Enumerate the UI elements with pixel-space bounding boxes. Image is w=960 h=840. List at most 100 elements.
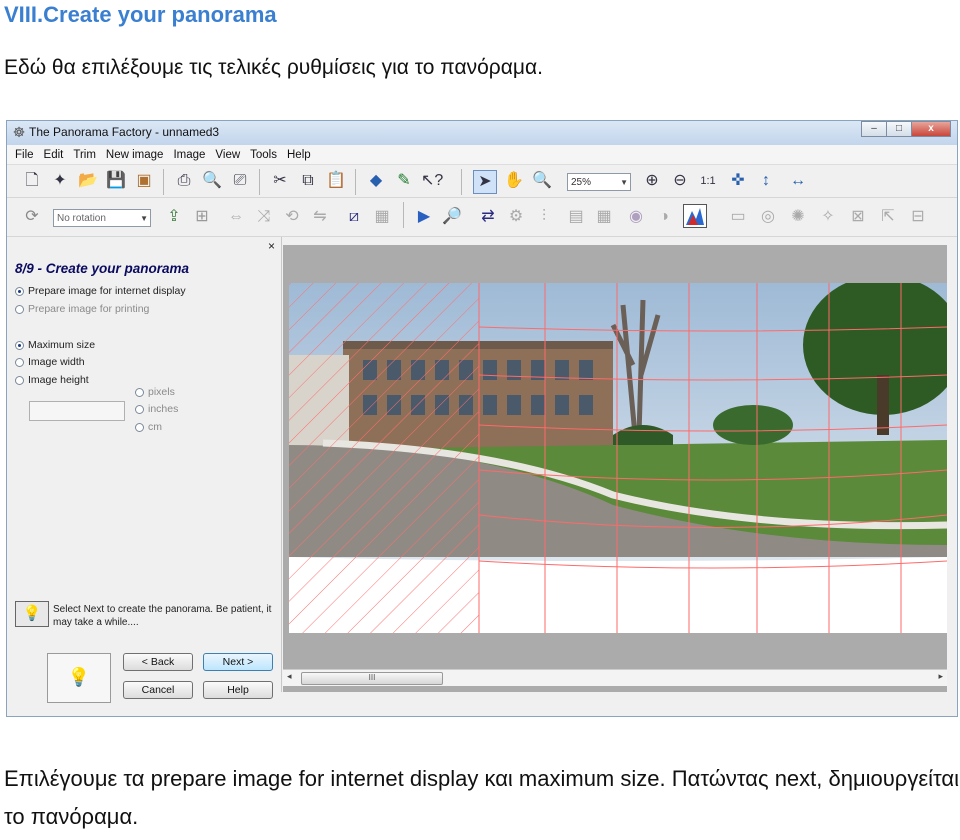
panorama-canvas[interactable]: [283, 237, 947, 692]
zoom-in-icon[interactable]: ⊕: [641, 170, 663, 192]
flip-icon[interactable]: ⇋: [309, 206, 331, 228]
menu-tools[interactable]: Tools: [250, 149, 277, 161]
palette-icon[interactable]: ◑: [653, 206, 675, 228]
tag-icon[interactable]: ✎: [393, 170, 415, 192]
menu-edit[interactable]: Edit: [44, 149, 64, 161]
globe-icon[interactable]: ◎: [757, 206, 779, 228]
stitch-icon[interactable]: ⇔: [225, 206, 247, 228]
radio-pixels[interactable]: pixels: [135, 386, 175, 398]
next-button[interactable]: Next >: [203, 653, 273, 671]
filter-icon[interactable]: ✺: [787, 206, 809, 228]
cancel-button[interactable]: Cancel: [123, 681, 193, 699]
radio-inches[interactable]: inches: [135, 403, 178, 415]
radio-maximum-size[interactable]: Maximum size: [15, 339, 95, 351]
fit-width-icon[interactable]: ↔: [787, 170, 809, 192]
histogram-icon[interactable]: [683, 204, 707, 228]
magic-wand-icon[interactable]: ✧: [817, 206, 839, 228]
hand-icon[interactable]: ✋: [503, 170, 525, 192]
radio-dot: [15, 357, 24, 367]
open-folder-icon[interactable]: 📂: [77, 170, 99, 192]
tip-bulb-icon[interactable]: 💡: [47, 653, 111, 703]
rotate-icon[interactable]: ⟳: [21, 206, 43, 228]
new-file-icon[interactable]: 🗋: [21, 170, 43, 192]
rotation-select[interactable]: No rotation ▼: [53, 209, 151, 227]
window-title: The Panorama Factory - unnamed3: [29, 125, 220, 139]
print-icon[interactable]: ⎙: [173, 170, 195, 192]
fit-height-icon[interactable]: ↕: [755, 170, 777, 192]
title-bar[interactable]: ☸ The Panorama Factory - unnamed3 – □ x: [7, 121, 957, 145]
trim-icon[interactable]: ▦: [371, 206, 393, 228]
color-wheel-icon[interactable]: ◉: [625, 206, 647, 228]
menu-bar: File Edit Trim New image Image View Tool…: [7, 145, 957, 165]
radio-image-height[interactable]: Image height: [15, 374, 89, 386]
levels-icon[interactable]: ⇄: [477, 206, 499, 228]
curves-icon[interactable]: ⫶: [533, 206, 555, 228]
scroll-thumb[interactable]: III: [301, 672, 443, 685]
panorama-preview: [283, 245, 947, 677]
radio-label: Maximum size: [28, 339, 96, 351]
panel-close-icon[interactable]: ×: [268, 239, 275, 253]
zoom-tool-icon[interactable]: 🔍: [531, 170, 553, 192]
radio-label: Prepare image for internet display: [28, 285, 186, 297]
document-intro: Εδώ θα επιλέξουμε τις τελικές ρυθμίσεις …: [4, 56, 543, 79]
document-heading: VIII.Create your panorama: [4, 2, 277, 27]
frame-icon[interactable]: ⊠: [847, 206, 869, 228]
menu-trim[interactable]: Trim: [73, 149, 96, 161]
radio-dot: [15, 286, 24, 296]
help-button[interactable]: Help: [203, 681, 273, 699]
landscape-icon[interactable]: ▭: [727, 206, 749, 228]
radio-cm[interactable]: cm: [135, 421, 162, 433]
crop-icon[interactable]: ⧄: [343, 206, 365, 228]
pointer-icon[interactable]: ➤: [473, 170, 497, 194]
tile-icon[interactable]: ▤: [565, 206, 587, 228]
menu-file[interactable]: File: [15, 149, 34, 161]
wizard-panel: × 8/9 - Create your panorama Prepare ima…: [7, 237, 282, 703]
copy-icon[interactable]: ⧉: [297, 170, 319, 192]
fit-window-icon[interactable]: ✜: [727, 170, 749, 192]
save-icon[interactable]: 💾: [105, 170, 127, 192]
radio-label: inches: [148, 403, 179, 415]
panel-title: 8/9 - Create your panorama: [15, 261, 190, 276]
resize-icon[interactable]: ⇱: [877, 206, 899, 228]
grid-icon[interactable]: ▦: [593, 206, 615, 228]
color-zoom-icon[interactable]: 🔎: [441, 206, 463, 228]
rotation-value: No rotation: [57, 213, 106, 224]
minimize-button[interactable]: –: [861, 121, 887, 137]
close-button[interactable]: x: [911, 121, 951, 137]
menu-help[interactable]: Help: [287, 149, 311, 161]
window-controls: – □ x: [861, 121, 951, 137]
scroll-right-icon[interactable]: ▸: [938, 671, 943, 682]
context-help-icon[interactable]: ↖?: [421, 170, 443, 192]
rotate-left-icon[interactable]: ⟲: [281, 206, 303, 228]
page-setup-icon[interactable]: ⎚: [229, 170, 251, 192]
radio-internet-display[interactable]: Prepare image for internet display: [15, 285, 186, 297]
export-icon[interactable]: ⇪: [163, 206, 185, 228]
warp-icon[interactable]: ⤨: [253, 206, 275, 228]
batch-icon[interactable]: ⊟: [907, 206, 929, 228]
paste-icon[interactable]: 📋: [325, 170, 347, 192]
wizard-icon[interactable]: ✦: [49, 170, 71, 192]
cut-icon[interactable]: ✂: [269, 170, 291, 192]
radio-printing[interactable]: Prepare image for printing: [15, 303, 149, 315]
zoom-out-icon[interactable]: ⊖: [669, 170, 691, 192]
radio-dot: [15, 340, 24, 350]
maximize-button[interactable]: □: [886, 121, 912, 137]
align-icon[interactable]: ⊞: [191, 206, 213, 228]
menu-new-image[interactable]: New image: [106, 149, 164, 161]
horizontal-scrollbar[interactable]: ◂ III ▸: [283, 669, 947, 686]
scroll-left-icon[interactable]: ◂: [287, 671, 292, 682]
color-triangle-icon[interactable]: ▶: [413, 206, 435, 228]
radio-dot: [15, 375, 24, 385]
menu-view[interactable]: View: [215, 149, 240, 161]
web-export-icon[interactable]: ◆: [365, 170, 387, 192]
size-field[interactable]: [29, 401, 125, 421]
zoom-select[interactable]: 25% ▼: [567, 173, 631, 191]
radio-image-width[interactable]: Image width: [15, 356, 85, 368]
print-preview-icon[interactable]: 🔍: [201, 170, 223, 192]
menu-image[interactable]: Image: [173, 149, 205, 161]
sharpen-icon[interactable]: ⚙: [505, 206, 527, 228]
back-button[interactable]: < Back: [123, 653, 193, 671]
package-icon[interactable]: ▣: [133, 170, 155, 192]
radio-dot: [135, 404, 144, 414]
actual-size-icon[interactable]: 1:1: [697, 170, 719, 192]
